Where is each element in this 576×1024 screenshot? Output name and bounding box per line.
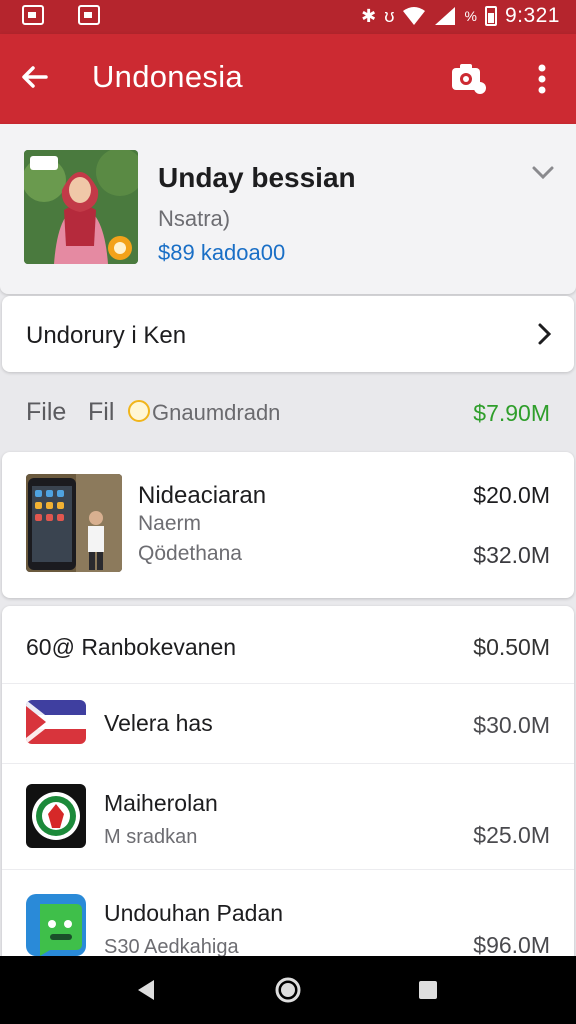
more-vert-icon bbox=[538, 64, 546, 94]
account-link-row[interactable]: Undorury i Ken bbox=[2, 296, 574, 372]
featured-item-card[interactable]: Nideaciaran Naerm Qödethana $20.0M $32.0… bbox=[2, 452, 574, 598]
arrow-back-icon bbox=[22, 66, 48, 88]
list-item-title: Undouhan Padan bbox=[104, 900, 284, 926]
summary-label-category: Gnaumdradn bbox=[152, 400, 281, 425]
battery-icon bbox=[484, 6, 497, 26]
summary-amount: $7.90M bbox=[473, 400, 550, 426]
summary-label-fil: Fil bbox=[88, 398, 115, 426]
featured-amount: $20.0M bbox=[473, 482, 550, 508]
list-item-title: Velera has bbox=[104, 710, 213, 736]
home-nav-icon bbox=[275, 977, 301, 1003]
back-nav-icon bbox=[138, 980, 154, 1000]
featured-title: Nideaciaran bbox=[138, 482, 267, 509]
account-link-label: Undorury i Ken bbox=[26, 322, 187, 349]
wifi-icon bbox=[403, 7, 426, 25]
avatar bbox=[24, 150, 138, 264]
list-header-amount: $0.50M bbox=[473, 634, 550, 660]
profile-balance: $89 kadoa00 bbox=[158, 240, 286, 265]
recents-nav-icon bbox=[419, 981, 437, 999]
coin-icon bbox=[128, 400, 150, 422]
back-button[interactable] bbox=[16, 60, 56, 100]
recents-nav-button[interactable] bbox=[412, 974, 444, 1006]
featured-subtitle: Naerm bbox=[138, 512, 202, 535]
summary-label-file: File bbox=[26, 398, 67, 426]
camera-button[interactable] bbox=[450, 60, 490, 100]
chevron-right-icon bbox=[534, 320, 556, 348]
featured-amount-2: $32.0M bbox=[473, 542, 550, 568]
list-item[interactable]: Velera has $30.0M bbox=[2, 684, 574, 764]
flag-icon bbox=[26, 700, 86, 744]
list-item[interactable]: Undouhan Padan S30 Aedkahiga $96.0M bbox=[2, 870, 574, 966]
profile-card[interactable]: Unday bessian Nsatra) $89 kadoa00 bbox=[0, 124, 576, 294]
chevron-down-icon bbox=[532, 166, 554, 180]
page-title: Undonesia bbox=[92, 59, 243, 94]
list-header-label: 60@ Ranbokevanen bbox=[26, 634, 237, 660]
clock: 9:321 bbox=[504, 4, 560, 27]
bag-icon bbox=[78, 5, 100, 25]
vibrate-icon: ʊ bbox=[384, 6, 395, 26]
expand-button[interactable] bbox=[530, 162, 556, 182]
data-icon: % bbox=[464, 8, 477, 24]
home-nav-button[interactable] bbox=[272, 974, 304, 1006]
list-item-title: Maiherolan bbox=[104, 790, 218, 816]
more-options-button[interactable] bbox=[528, 60, 556, 100]
app-bar: Undonesia bbox=[0, 34, 576, 124]
navigation-bar bbox=[0, 956, 576, 1024]
list-header[interactable]: 60@ Ranbokevanen $0.50M bbox=[2, 606, 574, 684]
list-item-amount: $30.0M bbox=[473, 712, 550, 738]
featured-subtitle-2: Qödethana bbox=[138, 542, 242, 565]
signal-icon bbox=[435, 7, 456, 25]
profile-subtitle: Nsatra) bbox=[158, 206, 231, 231]
list-item[interactable]: Maiherolan M sradkan $25.0M bbox=[2, 764, 574, 870]
list-item-amount: $96.0M bbox=[473, 932, 550, 958]
camera-icon bbox=[452, 64, 486, 94]
back-nav-button[interactable] bbox=[130, 974, 162, 1006]
featured-thumbnail bbox=[26, 474, 122, 572]
summary-row: File Fil Gnaumdradn $7.90M bbox=[0, 374, 576, 450]
list-item-subtitle: M sradkan bbox=[104, 826, 198, 848]
profile-name: Unday bessian bbox=[158, 162, 356, 193]
list-item-amount: $25.0M bbox=[473, 822, 550, 848]
transactions-list: 60@ Ranbokevanen $0.50M Velera has $30.0… bbox=[2, 606, 574, 966]
gallery-icon bbox=[22, 5, 44, 25]
app-icon bbox=[26, 894, 86, 956]
emblem-icon bbox=[26, 784, 86, 848]
status-bar: ✱ ʊ % 9:321 bbox=[0, 0, 576, 34]
bluetooth-icon: ✱ bbox=[361, 6, 377, 26]
